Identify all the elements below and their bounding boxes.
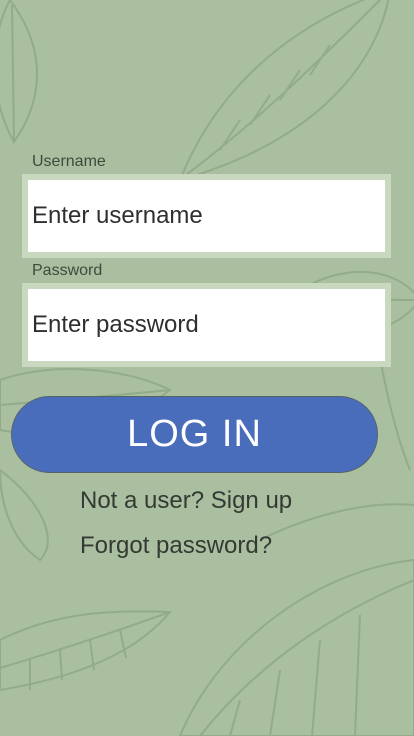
password-input[interactable] bbox=[28, 289, 385, 361]
username-input[interactable] bbox=[28, 180, 385, 252]
password-label: Password bbox=[32, 262, 103, 279]
leaf-pattern-background bbox=[0, 0, 414, 736]
login-button-label: LOG IN bbox=[127, 413, 262, 455]
forgot-password-link[interactable]: Forgot password? bbox=[80, 532, 272, 560]
username-label: Username bbox=[32, 153, 106, 170]
username-field-frame bbox=[22, 174, 391, 258]
password-field-frame bbox=[22, 283, 391, 367]
signup-link[interactable]: Not a user? Sign up bbox=[80, 487, 292, 515]
login-button[interactable]: LOG IN bbox=[11, 396, 378, 473]
